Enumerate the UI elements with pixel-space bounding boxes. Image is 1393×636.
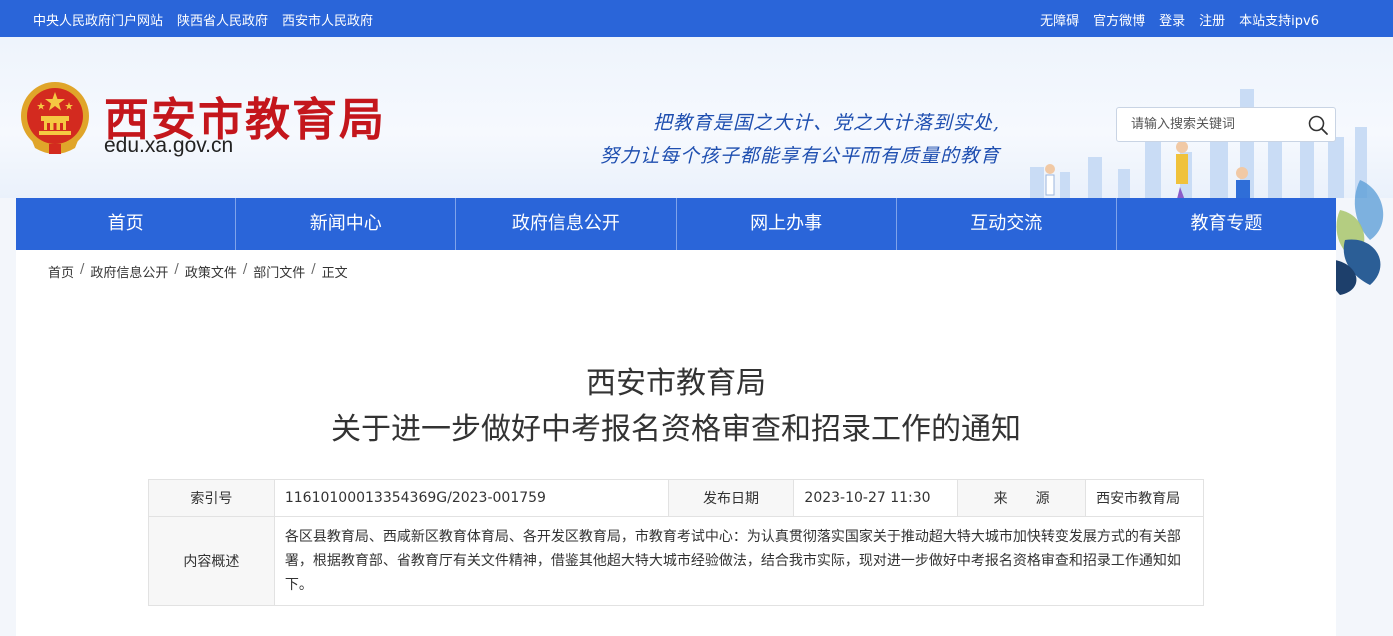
article-title-line-2: 关于进一步做好中考报名资格审查和招录工作的通知 <box>331 412 1021 447</box>
link-weibo[interactable]: 官方微博 <box>1093 10 1145 29</box>
article-title-line-1: 西安市教育局 <box>586 366 766 401</box>
top-right-links: 无障碍 官方微博 登录 注册 本站支持ipv6 <box>1040 10 1319 29</box>
breadcrumb-separator: / <box>174 262 179 277</box>
link-xian-gov[interactable]: 西安市人民政府 <box>282 10 373 29</box>
main-content: 首页 / 政府信息公开 / 政策文件 / 部门文件 / 正文 西安市教育局 关于… <box>16 250 1336 636</box>
source-value: 西安市教育局 <box>1085 479 1204 517</box>
top-left-links: 中央人民政府门户网站 陕西省人民政府 西安市人民政府 <box>33 10 373 29</box>
breadcrumb-current: 正文 <box>321 266 348 281</box>
nav-home[interactable]: 首页 <box>16 198 237 250</box>
summary-label: 内容概述 <box>148 516 275 606</box>
source-label: 来 源 <box>957 479 1087 517</box>
index-label: 索引号 <box>148 479 275 517</box>
link-central-gov[interactable]: 中央人民政府门户网站 <box>33 10 163 29</box>
site-domain: edu.xa.gov.cn <box>104 134 234 157</box>
breadcrumb: 首页 / 政府信息公开 / 政策文件 / 部门文件 / 正文 <box>48 262 348 281</box>
date-label: 发布日期 <box>667 479 795 517</box>
link-login[interactable]: 登录 <box>1159 10 1185 29</box>
search-icon[interactable] <box>1307 114 1329 136</box>
national-emblem-icon <box>21 82 89 154</box>
meta-row-1: 索引号 11610100013354369G/2023-001759 发布日期 … <box>148 479 1204 517</box>
site-header: 西安市教育局 edu.xa.gov.cn 把教育是国之大计、党之大计落到实处, … <box>0 37 1393 198</box>
breadcrumb-separator: / <box>311 262 316 277</box>
slogan-line-2: 努力让每个孩子都能享有公平而有质量的教育 <box>599 145 1000 167</box>
breadcrumb-gov-info[interactable]: 政府信息公开 <box>90 262 168 281</box>
link-ipv6[interactable]: 本站支持ipv6 <box>1239 10 1319 29</box>
breadcrumb-separator: / <box>242 262 248 277</box>
meta-row-2: 内容概述 各区县教育局、西咸新区教育体育局、各开发区教育局，市教育考试中心：为认… <box>148 516 1205 606</box>
link-register[interactable]: 注册 <box>1199 10 1225 29</box>
slogan: 把教育是国之大计、党之大计落到实处, 努力让每个孩子都能享有公平而有质量的教育 <box>570 107 1000 173</box>
breadcrumb-policy-docs[interactable]: 政策文件 <box>185 262 237 281</box>
breadcrumb-dept-docs[interactable]: 部门文件 <box>253 262 305 281</box>
link-shaanxi-gov[interactable]: 陕西省人民政府 <box>177 10 268 29</box>
top-bar: 中央人民政府门户网站 陕西省人民政府 西安市人民政府 无障碍 官方微博 登录 注… <box>0 0 1393 37</box>
nav-gov-info[interactable]: 政府信息公开 <box>456 198 677 250</box>
search-input[interactable] <box>1117 108 1303 141</box>
nav-online-services[interactable]: 网上办事 <box>677 198 897 250</box>
slogan-line-1: 把教育是国之大计、党之大计落到实处, <box>652 112 1000 134</box>
search-box <box>1116 107 1336 142</box>
main-nav: 首页 新闻中心 政府信息公开 网上办事 互动交流 教育专题 <box>16 198 1336 250</box>
document-meta-table: 索引号 11610100013354369G/2023-001759 发布日期 … <box>148 479 1205 606</box>
nav-news[interactable]: 新闻中心 <box>236 198 457 250</box>
index-value: 11610100013354369G/2023-001759 <box>273 479 669 517</box>
summary-value: 各区县教育局、西咸新区教育体育局、各开发区教育局，市教育考试中心：为认真贯彻落实… <box>273 516 1205 606</box>
date-value: 2023-10-27 11:30 <box>793 479 959 517</box>
breadcrumb-home[interactable]: 首页 <box>48 262 74 281</box>
breadcrumb-separator: / <box>80 262 85 277</box>
link-accessibility[interactable]: 无障碍 <box>1040 10 1079 29</box>
nav-interaction[interactable]: 互动交流 <box>897 198 1117 250</box>
nav-topics[interactable]: 教育专题 <box>1117 198 1336 250</box>
